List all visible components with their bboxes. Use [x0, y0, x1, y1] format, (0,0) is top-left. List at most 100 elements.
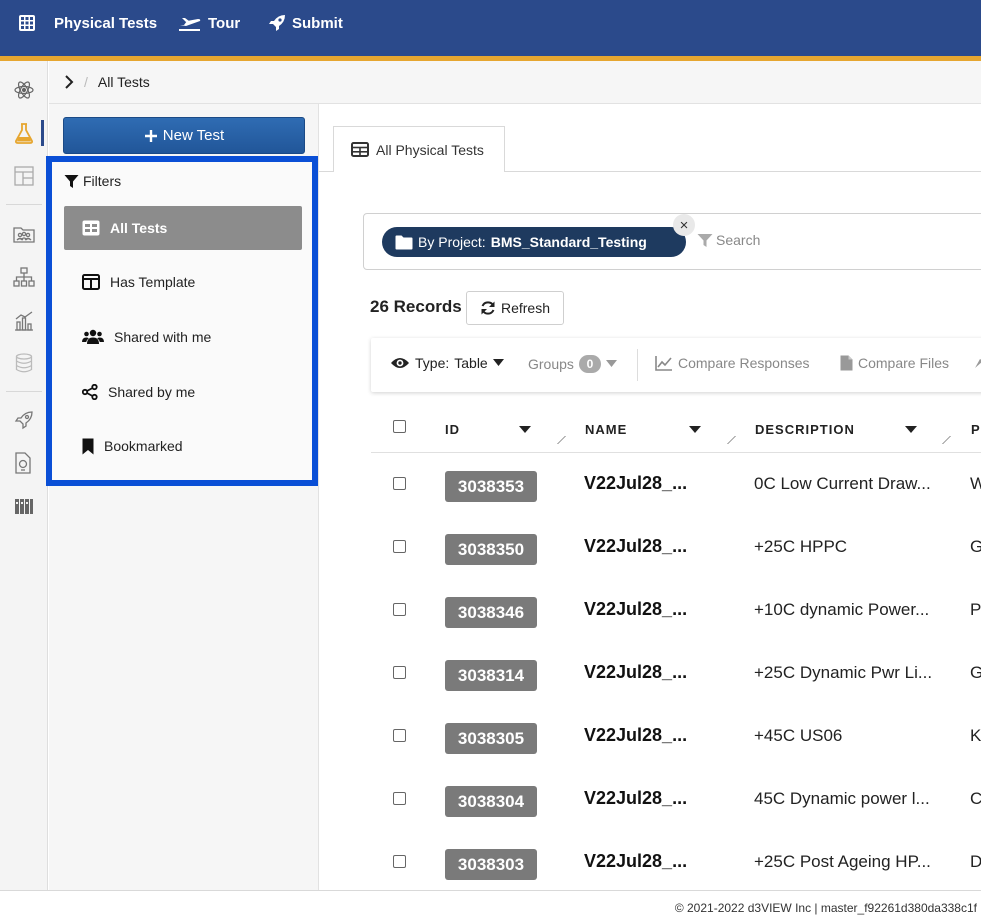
row-checkbox[interactable]: [393, 540, 406, 553]
breadcrumb: / All Tests: [49, 61, 981, 104]
record-name[interactable]: V22Jul28_...: [584, 473, 687, 494]
record-id-badge[interactable]: 3038314: [445, 660, 537, 691]
toolbar-divider: [637, 349, 638, 381]
new-test-button[interactable]: New Test: [63, 117, 305, 154]
table-row[interactable]: 3038314 V22Jul28_... +25C Dynamic Pwr Li..…: [371, 642, 981, 705]
funnel-icon: [697, 233, 713, 248]
sitemap-icon[interactable]: [12, 265, 36, 289]
column-header-name[interactable]: NAME: [585, 422, 627, 437]
compare-responses-button[interactable]: Compare Responses: [655, 355, 810, 371]
row-checkbox[interactable]: [393, 855, 406, 868]
funnel-icon: [64, 174, 79, 189]
app-title: Physical Tests: [54, 14, 158, 32]
column-header-partial[interactable]: P: [971, 422, 981, 437]
filter-bookmarked[interactable]: Bookmarked: [64, 424, 302, 468]
record-id-badge[interactable]: 3038303: [445, 849, 537, 880]
record-partial-cell: G: [970, 537, 981, 556]
record-name[interactable]: V22Jul28_...: [584, 725, 687, 746]
rocket-outline-icon[interactable]: [12, 408, 36, 432]
sort-caret-icon[interactable]: [519, 426, 531, 433]
footer-copyright: © 2021-2022 d3VIEW Inc | master_f92261d3…: [0, 890, 981, 923]
rocket-icon: [268, 14, 286, 32]
app-title-link[interactable]: Physical Tests: [18, 14, 157, 32]
record-id-badge[interactable]: 3038346: [445, 597, 537, 628]
record-id-badge[interactable]: 3038305: [445, 723, 537, 754]
books-icon[interactable]: [12, 494, 36, 518]
tab-all-physical-tests[interactable]: All Physical Tests: [333, 126, 505, 172]
caret-down-icon: [492, 359, 504, 367]
row-checkbox[interactable]: [393, 477, 406, 490]
document-stamp-icon[interactable]: [12, 451, 36, 475]
sort-caret-icon[interactable]: [689, 426, 701, 433]
users-icon: [82, 329, 104, 345]
select-all-checkbox[interactable]: [393, 420, 406, 433]
record-name[interactable]: V22Jul28_...: [584, 662, 687, 683]
submit-button[interactable]: Submit: [268, 14, 343, 32]
compare-files-button[interactable]: Compare Files: [840, 355, 949, 371]
refresh-button[interactable]: Refresh: [466, 291, 564, 325]
row-checkbox[interactable]: [393, 729, 406, 742]
line-chart-icon: [655, 355, 673, 371]
filter-label: All Tests: [110, 220, 168, 236]
column-resize-handle[interactable]: [935, 436, 951, 444]
filters-panel-highlight: Filters All Tests Has Template Shared wi…: [46, 156, 318, 486]
groups-dropdown[interactable]: Groups 0: [528, 355, 617, 373]
chevron-right-icon[interactable]: [64, 75, 74, 89]
icon-rail: [0, 61, 48, 890]
table-row[interactable]: 3038350 V22Jul28_... +25C HPPC G: [371, 516, 981, 579]
share-icon: [82, 384, 98, 400]
chip-close-button[interactable]: ×: [673, 214, 695, 236]
table-row[interactable]: 3038346 V22Jul28_... +10C dynamic Power...…: [371, 579, 981, 642]
column-resize-handle[interactable]: [720, 436, 736, 444]
type-prefix: Type:: [415, 355, 450, 371]
project-filter-chip[interactable]: By Project: BMS_Standard_Testing: [382, 227, 686, 257]
row-checkbox[interactable]: [393, 792, 406, 805]
table-row[interactable]: 3038304 V22Jul28_... 45C Dynamic power l..…: [371, 768, 981, 831]
filter-has-template[interactable]: Has Template: [64, 260, 302, 304]
row-checkbox[interactable]: [393, 666, 406, 679]
row-checkbox[interactable]: [393, 603, 406, 616]
folder-team-icon[interactable]: [12, 222, 36, 246]
search-input[interactable]: Search: [697, 232, 760, 248]
filters-title: Filters: [83, 173, 122, 189]
filter-shared-by-me[interactable]: Shared by me: [64, 370, 302, 414]
chip-value: BMS_Standard_Testing: [490, 234, 647, 250]
type-dropdown[interactable]: Type: Table: [390, 355, 504, 371]
chart-icon[interactable]: [12, 309, 36, 333]
records-count: 26 Records: [370, 297, 462, 316]
type-value: Table: [454, 355, 488, 371]
layout-icon[interactable]: [12, 164, 36, 188]
folder-icon: [395, 235, 413, 250]
more-tool-icon[interactable]: [974, 355, 981, 369]
column-header-id[interactable]: ID: [445, 422, 460, 437]
tab-label: All Physical Tests: [376, 141, 484, 158]
record-name[interactable]: V22Jul28_...: [584, 536, 687, 557]
columns-icon: [82, 274, 100, 290]
table-row[interactable]: 3038353 V22Jul28_... 0C Low Current Draw..…: [371, 453, 981, 516]
flask-icon[interactable]: [12, 121, 36, 145]
refresh-icon: [480, 300, 496, 316]
filter-shared-with-me[interactable]: Shared with me: [64, 315, 302, 359]
table-row[interactable]: 3038305 V22Jul28_... +45C US06 K: [371, 705, 981, 768]
filter-all-tests[interactable]: All Tests: [64, 206, 302, 250]
record-name[interactable]: V22Jul28_...: [584, 851, 687, 872]
groups-count-badge: 0: [578, 355, 601, 373]
record-id-badge[interactable]: 3038353: [445, 471, 537, 502]
column-header-description[interactable]: DESCRIPTION: [755, 422, 855, 437]
search-placeholder: Search: [716, 232, 761, 248]
record-id-badge[interactable]: 3038350: [445, 534, 537, 565]
compare-responses-label: Compare Responses: [678, 355, 810, 371]
filters-sidebar: New Test Filters All Tests Has Template …: [46, 104, 319, 890]
bookmark-icon: [82, 438, 94, 455]
sort-caret-icon[interactable]: [905, 426, 917, 433]
atom-icon[interactable]: [12, 78, 36, 102]
search-filter-bar[interactable]: By Project: BMS_Standard_Testing × Searc…: [363, 213, 981, 270]
record-name[interactable]: V22Jul28_...: [584, 599, 687, 620]
database-icon[interactable]: [12, 351, 36, 375]
table-icon: [82, 220, 100, 236]
record-id-badge[interactable]: 3038304: [445, 786, 537, 817]
tour-button[interactable]: Tour: [178, 14, 240, 32]
column-resize-handle[interactable]: [550, 436, 566, 444]
record-name[interactable]: V22Jul28_...: [584, 788, 687, 809]
table-row[interactable]: 3038303 V22Jul28_... +25C Post Ageing HP..…: [371, 831, 981, 894]
